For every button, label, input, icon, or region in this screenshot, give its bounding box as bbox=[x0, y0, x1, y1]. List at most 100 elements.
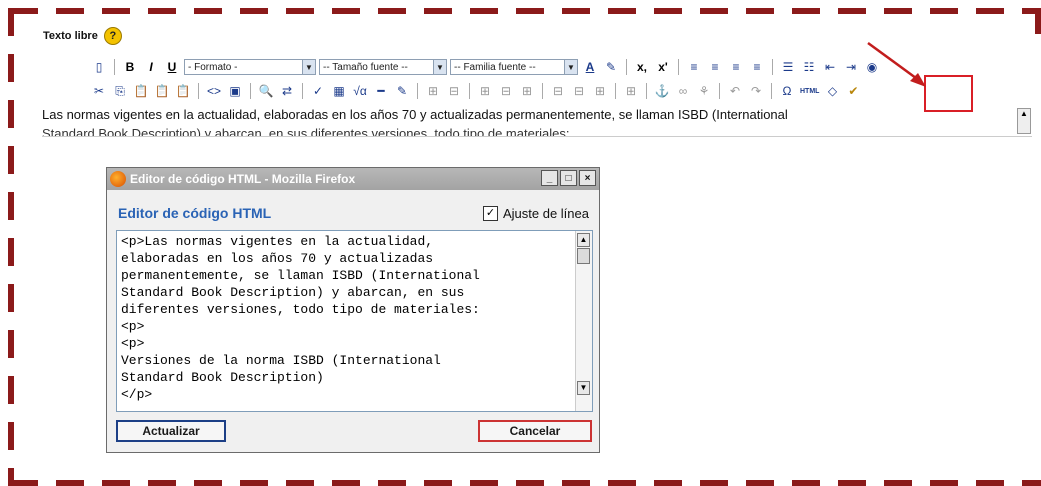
firefox-icon bbox=[110, 171, 126, 187]
align-center-icon[interactable]: ≡ bbox=[706, 58, 724, 76]
background-color-button[interactable]: ✎ bbox=[602, 58, 620, 76]
format-dropdown[interactable]: - Formato - ▼ bbox=[184, 59, 316, 75]
undo-icon[interactable]: ↶ bbox=[726, 82, 744, 100]
scroll-up-icon[interactable]: ▲ bbox=[577, 233, 590, 247]
copy-icon[interactable]: ⎘ bbox=[111, 82, 129, 100]
code-scrollbar[interactable]: ▲ ▼ bbox=[575, 231, 592, 411]
paste-word-icon[interactable]: 📋 bbox=[174, 82, 192, 100]
toolbar-separator bbox=[771, 83, 772, 99]
toolbar-separator bbox=[302, 83, 303, 99]
rich-text-editor-area[interactable]: Las normas vigentes en la actualidad, el… bbox=[42, 106, 1032, 137]
help-icon[interactable]: ? bbox=[103, 27, 122, 45]
unlink-icon[interactable]: ⚘ bbox=[695, 82, 713, 100]
bold-button[interactable]: B bbox=[121, 58, 139, 76]
editor-toolbar-row2: ✂ ⎘ 📋 📋 📋 <> ▣ 🔍 ⇄ ✓ ▦ √α ━ ✎ ⊞ ⊟ ⊞ ⊟ ⊞ … bbox=[90, 80, 862, 102]
insert-col-before-icon[interactable]: ⊟ bbox=[549, 82, 567, 100]
toolbar-separator bbox=[114, 59, 115, 75]
outdent-icon[interactable]: ⇤ bbox=[821, 58, 839, 76]
scroll-thumb[interactable] bbox=[577, 248, 590, 264]
merge-cells-icon[interactable]: ⊞ bbox=[622, 82, 640, 100]
font-size-dropdown-label: -- Tamaño fuente -- bbox=[323, 61, 408, 73]
horizontal-rule-icon[interactable]: ━ bbox=[372, 82, 390, 100]
redo-icon[interactable]: ↷ bbox=[747, 82, 765, 100]
insert-row-before-icon[interactable]: ⊞ bbox=[476, 82, 494, 100]
eraser-icon[interactable]: ◇ bbox=[823, 82, 841, 100]
toolbar-separator bbox=[615, 83, 616, 99]
editor-scrollbar[interactable]: ▲ bbox=[1017, 108, 1031, 134]
table-col-icon[interactable]: ⊟ bbox=[445, 82, 463, 100]
superscript-button[interactable]: x' bbox=[654, 58, 672, 76]
window-titlebar[interactable]: Editor de código HTML - Mozilla Firefox … bbox=[107, 168, 599, 190]
text-color-button[interactable]: A bbox=[581, 58, 599, 76]
math-icon[interactable]: √α bbox=[351, 82, 369, 100]
dialog-title: Editor de código HTML bbox=[118, 205, 272, 221]
delete-row-icon[interactable]: ⊞ bbox=[518, 82, 536, 100]
word-wrap-toggle[interactable]: ✓ Ajuste de línea bbox=[482, 206, 589, 221]
dashed-border-bottom bbox=[10, 480, 1041, 486]
editor-toolbar-row1: ▯ B I U - Formato - ▼ -- Tamaño fuente -… bbox=[90, 56, 881, 78]
scroll-down-icon[interactable]: ▼ bbox=[577, 381, 590, 395]
cancel-button[interactable]: Cancelar bbox=[478, 420, 592, 442]
word-wrap-checkbox[interactable]: ✓ bbox=[482, 206, 498, 221]
html-code-content: <p>Las normas vigentes en la actualidad,… bbox=[121, 234, 480, 402]
special-char-icon[interactable]: Ω bbox=[778, 82, 796, 100]
underline-button[interactable]: U bbox=[163, 58, 181, 76]
find-icon[interactable]: 🔍 bbox=[257, 82, 275, 100]
edit-icon[interactable]: ✎ bbox=[393, 82, 411, 100]
font-size-dropdown[interactable]: -- Tamaño fuente -- ▼ bbox=[319, 59, 447, 75]
field-label: Texto libre ? bbox=[43, 27, 122, 45]
update-button[interactable]: Actualizar bbox=[116, 420, 226, 442]
dashed-border-right bbox=[1035, 8, 1041, 34]
chevron-down-icon: ▼ bbox=[302, 60, 315, 74]
toolbar-separator bbox=[198, 83, 199, 99]
html-editor-window: Editor de código HTML - Mozilla Firefox … bbox=[106, 167, 600, 453]
numbered-list-icon[interactable]: ☷ bbox=[800, 58, 818, 76]
toolbar-separator bbox=[678, 59, 679, 75]
chevron-down-icon: ▼ bbox=[433, 60, 446, 74]
field-label-text: Texto libre bbox=[43, 30, 98, 42]
replace-icon[interactable]: ⇄ bbox=[278, 82, 296, 100]
close-button[interactable]: × bbox=[579, 170, 596, 186]
toolbar-separator bbox=[772, 59, 773, 75]
bullet-list-icon[interactable]: ☰ bbox=[779, 58, 797, 76]
link-icon[interactable]: ∞ bbox=[674, 82, 692, 100]
toolbar-separator bbox=[250, 83, 251, 99]
html-source-icon[interactable]: HTML bbox=[799, 82, 820, 100]
toolbar-separator bbox=[646, 83, 647, 99]
source-code-icon[interactable]: <> bbox=[205, 82, 223, 100]
toolbar-separator bbox=[719, 83, 720, 99]
font-family-dropdown-label: -- Familia fuente -- bbox=[454, 61, 536, 73]
paste-text-icon[interactable]: 📋 bbox=[153, 82, 171, 100]
toolbar-separator bbox=[542, 83, 543, 99]
toolbar-separator bbox=[417, 83, 418, 99]
italic-button[interactable]: I bbox=[142, 58, 160, 76]
word-wrap-label: Ajuste de línea bbox=[502, 206, 589, 221]
table-row-icon[interactable]: ⊞ bbox=[424, 82, 442, 100]
insert-col-after-icon[interactable]: ⊟ bbox=[570, 82, 588, 100]
editor-text-line1: Las normas vigentes en la actualidad, el… bbox=[42, 107, 788, 122]
chevron-down-icon: ▼ bbox=[564, 60, 577, 74]
indent-icon[interactable]: ⇥ bbox=[842, 58, 860, 76]
maximize-button[interactable]: □ bbox=[560, 170, 577, 186]
insert-row-after-icon[interactable]: ⊟ bbox=[497, 82, 515, 100]
cut-icon[interactable]: ✂ bbox=[90, 82, 108, 100]
spellcheck-icon[interactable]: ✓ bbox=[309, 82, 327, 100]
toolbar-separator bbox=[469, 83, 470, 99]
align-justify-icon[interactable]: ≡ bbox=[748, 58, 766, 76]
anchor-icon[interactable]: ⚓ bbox=[653, 82, 671, 100]
media-icon[interactable]: ▣ bbox=[226, 82, 244, 100]
table-icon[interactable]: ▦ bbox=[330, 82, 348, 100]
subscript-button[interactable]: x, bbox=[633, 58, 651, 76]
window-controls: _ □ × bbox=[541, 170, 596, 186]
new-document-icon[interactable]: ▯ bbox=[90, 58, 108, 76]
toolbar-separator bbox=[626, 59, 627, 75]
align-left-icon[interactable]: ≡ bbox=[685, 58, 703, 76]
delete-col-icon[interactable]: ⊞ bbox=[591, 82, 609, 100]
cleanup-icon[interactable]: ✔ bbox=[844, 82, 862, 100]
align-right-icon[interactable]: ≡ bbox=[727, 58, 745, 76]
html-code-textarea[interactable]: <p>Las normas vigentes en la actualidad,… bbox=[116, 230, 593, 412]
dashed-border-left bbox=[8, 8, 14, 486]
paste-icon[interactable]: 📋 bbox=[132, 82, 150, 100]
font-family-dropdown[interactable]: -- Familia fuente -- ▼ bbox=[450, 59, 578, 75]
minimize-button[interactable]: _ bbox=[541, 170, 558, 186]
